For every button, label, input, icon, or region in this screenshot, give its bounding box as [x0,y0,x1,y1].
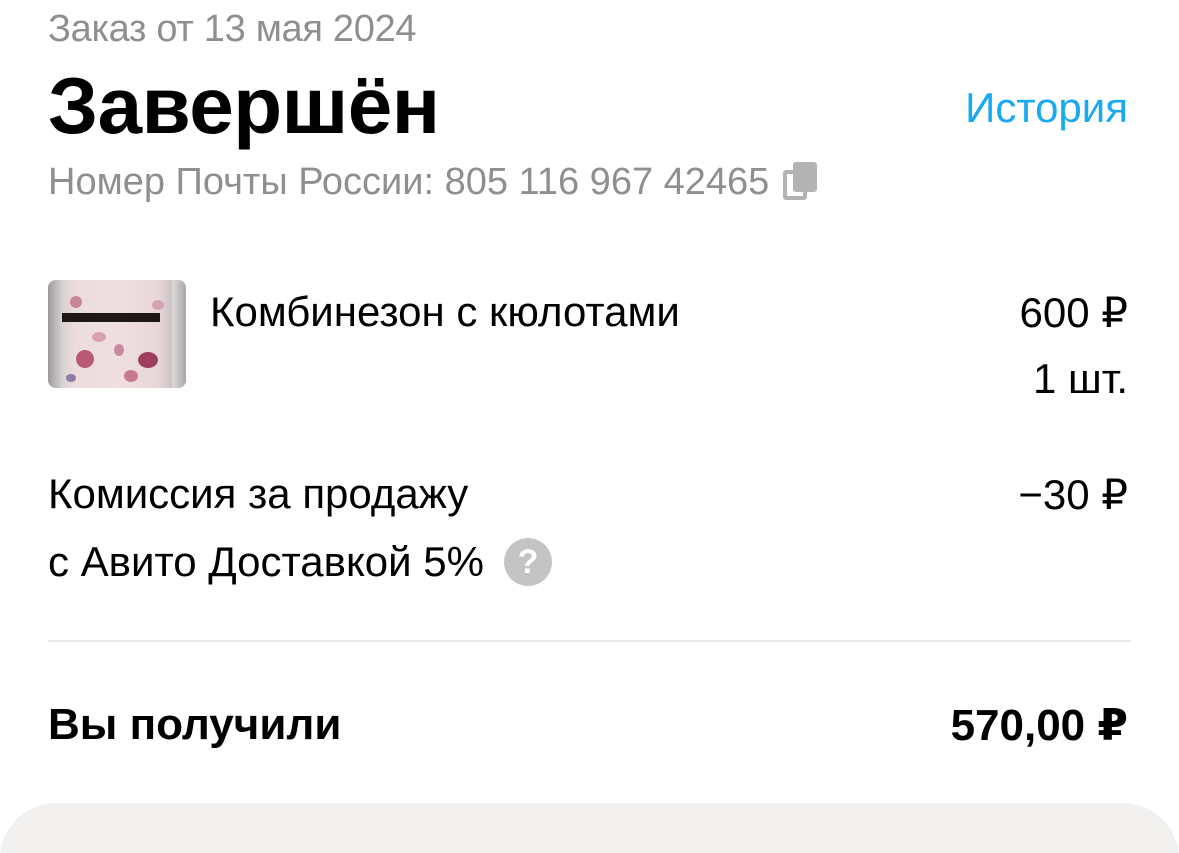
help-icon[interactable]: ? [504,538,552,586]
order-status-title: Завершён [48,61,440,150]
product-thumbnail[interactable] [48,280,186,388]
order-details-page: Заказ от 13 мая 2024 Завершён История Но… [0,0,1179,853]
product-quantity: 1 шт. [1033,355,1128,402]
tracking-number-label: Номер Почты России: 805 116 967 42465 [48,160,770,203]
commission-label-line2: с Авито Доставкой 5% [48,538,484,585]
product-name[interactable]: Комбинезон с кюлотами [210,288,680,336]
divider [48,640,1131,642]
product-price: 600 ₽ [1019,289,1128,336]
tracking-number-row: Номер Почты России: 805 116 967 42465 [48,160,821,204]
commission-value: −30 ₽ [1018,471,1128,518]
commission-label-line1: Комиссия за продажу [48,470,469,517]
order-date: Заказ от 13 мая 2024 [48,8,417,50]
history-link[interactable]: История [965,84,1128,132]
commission-label-line2-row: с Авито Доставкой 5% ? [48,538,552,586]
bottom-card [0,803,1179,853]
copy-icon[interactable] [781,160,821,204]
total-label: Вы получили [48,700,342,749]
total-value: 570,00 ₽ [950,701,1128,750]
